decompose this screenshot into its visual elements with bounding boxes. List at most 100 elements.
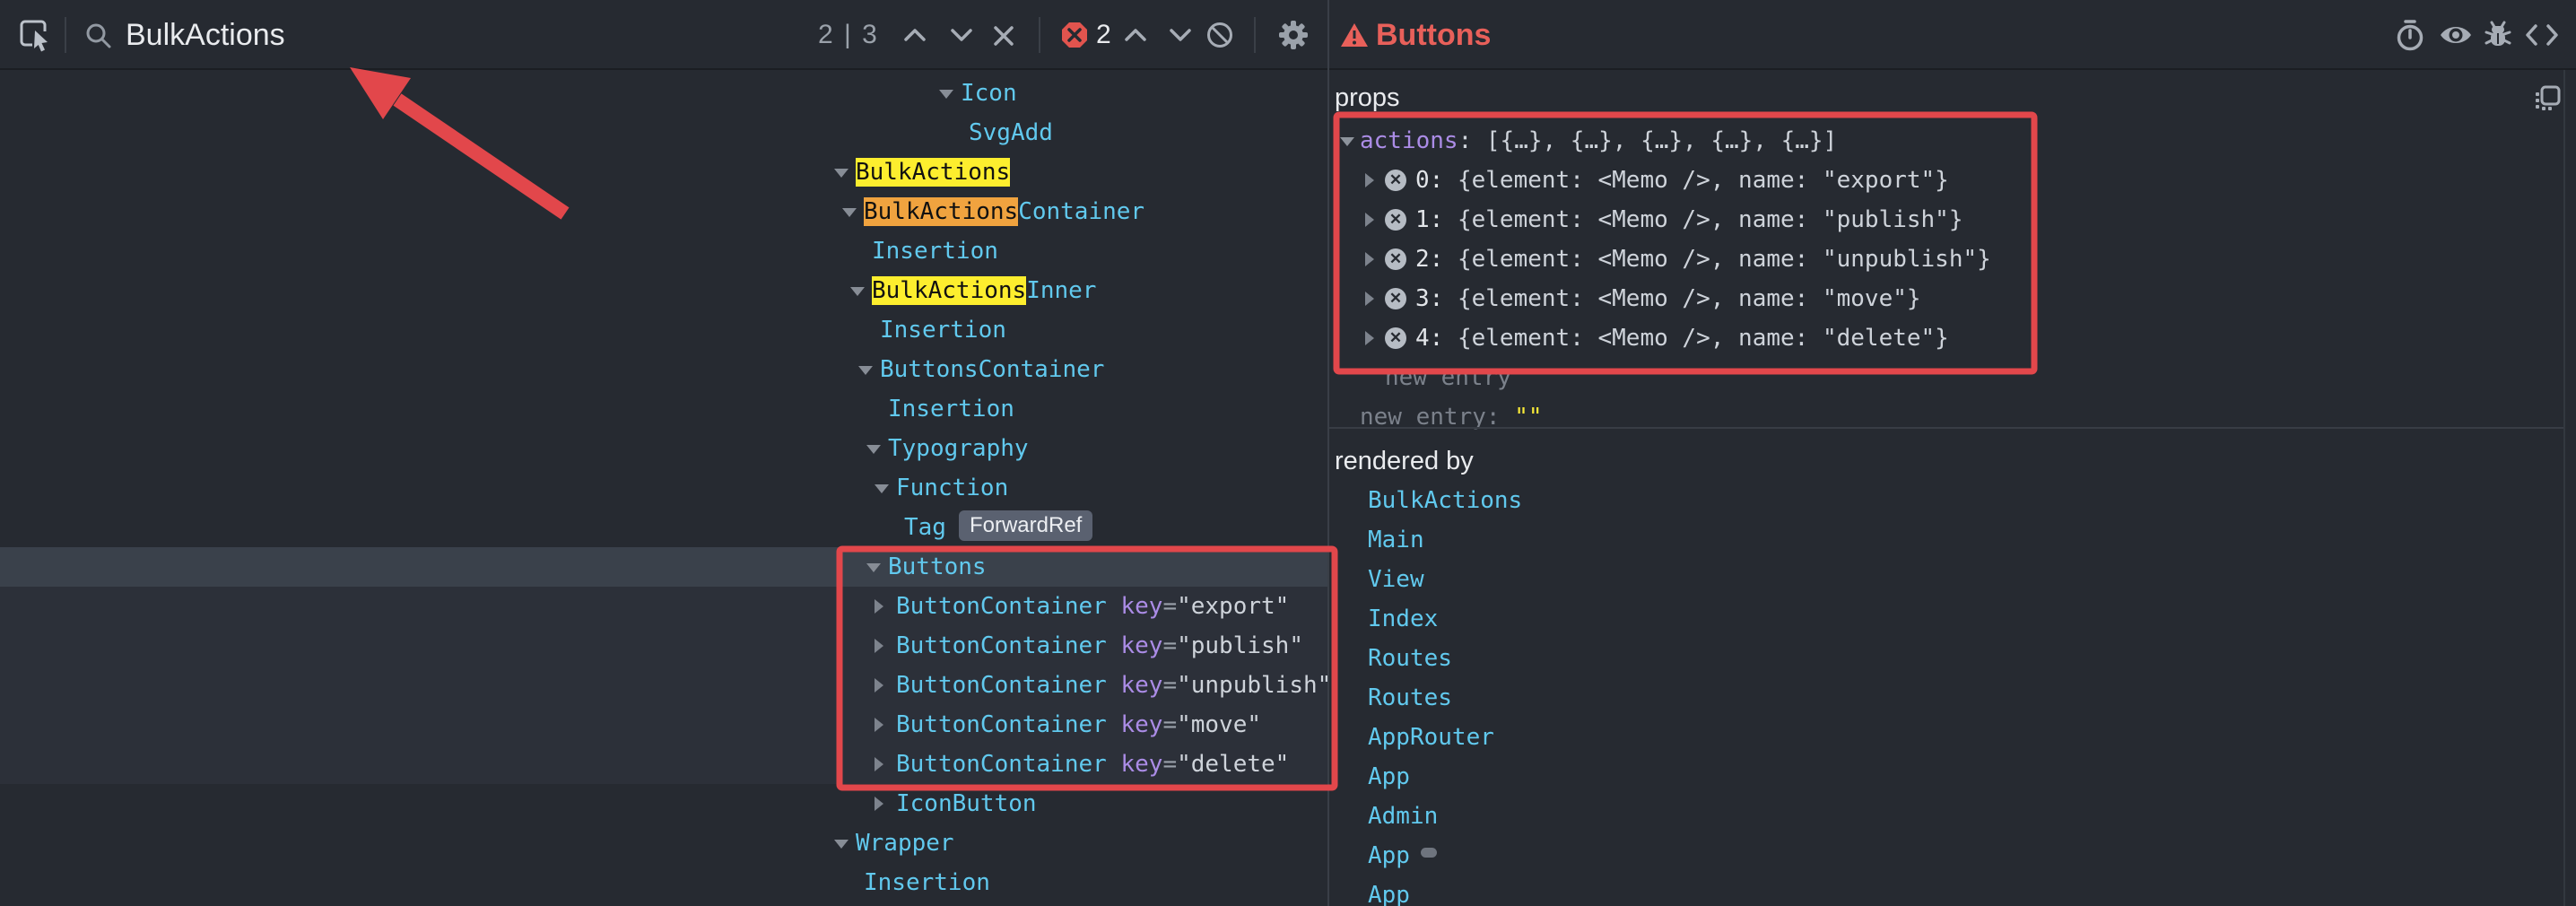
tree-row-svgadd[interactable]: SvgAdd (0, 113, 1327, 152)
prev-match-button[interactable] (899, 22, 931, 48)
log-component-data-button[interactable] (2481, 18, 2515, 52)
prop-array-item-3[interactable]: ✕3: {element: <Memo />, name: "move"} (1329, 279, 2563, 318)
tree-row-icon[interactable]: Icon (0, 74, 1327, 113)
rendered-by-item-bulkactions[interactable]: BulkActions (1368, 481, 2534, 520)
prop-array-item-4[interactable]: ✕4: {element: <Memo />, name: "delete"} (1329, 318, 2563, 358)
expand-arrow-icon[interactable] (875, 678, 883, 693)
collapse-arrow-icon[interactable] (850, 287, 865, 296)
component-name: ButtonContainer key="unpublish" (896, 666, 1327, 705)
rendered-by-item-app[interactable]: App (1368, 876, 2534, 906)
tree-row-buttoncontainer[interactable]: ButtonContainer key="export" (0, 587, 1327, 626)
rendered-by-item-routes[interactable]: Routes (1368, 639, 2534, 678)
tree-row-insertion[interactable]: Insertion (0, 231, 1327, 271)
expand-arrow-icon[interactable] (875, 639, 883, 653)
inspect-element-button[interactable] (18, 17, 54, 53)
delete-entry-icon[interactable]: ✕ (1385, 170, 1406, 191)
search-input[interactable]: BulkActions (126, 0, 285, 70)
tree-row-insertion[interactable]: Insertion (0, 389, 1327, 429)
close-icon (990, 22, 1017, 49)
collapse-arrow-icon[interactable] (1340, 137, 1354, 146)
expand-arrow-icon[interactable] (1365, 252, 1374, 266)
delete-entry-icon[interactable]: ✕ (1385, 288, 1406, 309)
rendered-by-item-main[interactable]: Main (1368, 520, 2534, 560)
prev-error-button[interactable] (1119, 22, 1152, 48)
prop-array-item-1[interactable]: ✕1: {element: <Memo />, name: "publish"} (1329, 200, 2563, 240)
tree-row-buttons[interactable]: Buttons (0, 547, 1327, 587)
new-entry-row[interactable]: new entry (1329, 358, 2563, 397)
expand-arrow-icon[interactable] (875, 599, 883, 614)
collapse-arrow-icon[interactable] (842, 208, 857, 217)
next-match-button[interactable] (945, 22, 978, 48)
component-name: ButtonContainer key="move" (896, 705, 1261, 745)
inspect-dom-button[interactable] (2438, 20, 2474, 50)
owner-component-name: App (1368, 842, 1410, 869)
owner-component-name: Index (1368, 605, 1438, 632)
clear-search-button[interactable] (990, 22, 1017, 49)
tree-row-bulkactionsinner[interactable]: BulkActionsInner (0, 271, 1327, 310)
tree-row-tag[interactable]: TagForwardRef (0, 508, 1327, 547)
tree-row-bulkactions[interactable]: BulkActions (0, 152, 1327, 192)
new-entry-row[interactable]: new entry: "" (1329, 397, 2563, 437)
tree-row-wrapper[interactable]: Wrapper (0, 823, 1327, 863)
component-name-text: Insertion (872, 238, 998, 265)
owner-component-name: Routes (1368, 684, 1452, 711)
copy-props-button[interactable] (2533, 84, 2562, 113)
tree-row-typography[interactable]: Typography (0, 429, 1327, 468)
component-name-text: Inner (1026, 277, 1096, 304)
collapse-arrow-icon[interactable] (858, 366, 873, 375)
rendered-by-item-routes[interactable]: Routes (1368, 678, 2534, 718)
owner-component-name: View (1368, 566, 1424, 593)
tree-row-buttoncontainer[interactable]: ButtonContainer key="unpublish" (0, 666, 1327, 705)
tree-row-insertion[interactable]: Insertion (0, 310, 1327, 350)
settings-button[interactable] (1277, 19, 1310, 51)
bug-icon (2481, 18, 2515, 52)
collapse-arrow-icon[interactable] (875, 484, 889, 493)
next-error-button[interactable] (1164, 22, 1197, 48)
new-entry-field[interactable]: new entry: "" (1360, 397, 1543, 437)
expand-arrow-icon[interactable] (1365, 292, 1374, 306)
prop-array-item-2[interactable]: ✕2: {element: <Memo />, name: "unpublish… (1329, 240, 2563, 279)
component-name: BulkActions (856, 152, 1010, 192)
delete-entry-icon[interactable]: ✕ (1385, 327, 1406, 349)
gear-icon (1277, 19, 1310, 51)
collapse-arrow-icon[interactable] (834, 169, 849, 178)
view-source-button[interactable] (2524, 20, 2560, 50)
scrollbar-gutter[interactable] (2563, 70, 2565, 906)
tree-row-bulkactionscontainer[interactable]: BulkActionsContainer (0, 192, 1327, 231)
rendered-by-item-admin[interactable]: Admin (1368, 797, 2534, 836)
expand-arrow-icon[interactable] (1365, 331, 1374, 345)
expand-arrow-icon[interactable] (1365, 173, 1374, 187)
tree-row-function[interactable]: Function (0, 468, 1327, 508)
collapse-arrow-icon[interactable] (866, 563, 881, 572)
tree-row-buttoncontainer[interactable]: ButtonContainer key="move" (0, 705, 1327, 745)
collapse-arrow-icon[interactable] (939, 90, 953, 99)
tree-row-insertion[interactable]: Insertion (0, 863, 1327, 902)
tree-row-iconbutton[interactable]: IconButton (0, 784, 1327, 823)
rendered-by-item-view[interactable]: View (1368, 560, 2534, 599)
expand-arrow-icon[interactable] (1365, 213, 1374, 227)
new-entry-label[interactable]: new entry (1385, 358, 1511, 397)
collapse-arrow-icon[interactable] (834, 840, 849, 849)
prop-array-item-0[interactable]: ✕0: {element: <Memo />, name: "export"} (1329, 161, 2563, 200)
tree-row-buttoncontainer[interactable]: ButtonContainer key="publish" (0, 626, 1327, 666)
rendered-by-item-app[interactable]: App (1368, 836, 2534, 876)
expand-arrow-icon[interactable] (875, 757, 883, 771)
expand-arrow-icon[interactable] (875, 718, 883, 732)
expand-arrow-icon[interactable] (875, 797, 883, 811)
delete-entry-icon[interactable]: ✕ (1385, 248, 1406, 270)
prop-row-actions[interactable]: actions: [{…}, {…}, {…}, {…}, {…}] (1329, 121, 2563, 161)
component-name: BulkActionsInner (872, 271, 1096, 310)
tree-row-buttoncontainer[interactable]: ButtonContainer key="delete" (0, 745, 1327, 784)
component-key: key="export" (1107, 593, 1290, 620)
suspend-component-button[interactable] (2393, 18, 2427, 52)
rendered-by-item-approuter[interactable]: AppRouter (1368, 718, 2534, 757)
rendered-by-item-index[interactable]: Index (1368, 599, 2534, 639)
clear-errors-button[interactable] (1205, 21, 1234, 49)
collapse-arrow-icon[interactable] (866, 445, 881, 454)
tree-row-buttonscontainer[interactable]: ButtonsContainer (0, 350, 1327, 389)
component-name: Insertion (864, 863, 990, 902)
delete-entry-icon[interactable]: ✕ (1385, 209, 1406, 231)
rendered-by-item-app[interactable]: App (1368, 757, 2534, 797)
search-icon (84, 22, 113, 50)
component-name-text: ButtonContainer (896, 711, 1107, 738)
